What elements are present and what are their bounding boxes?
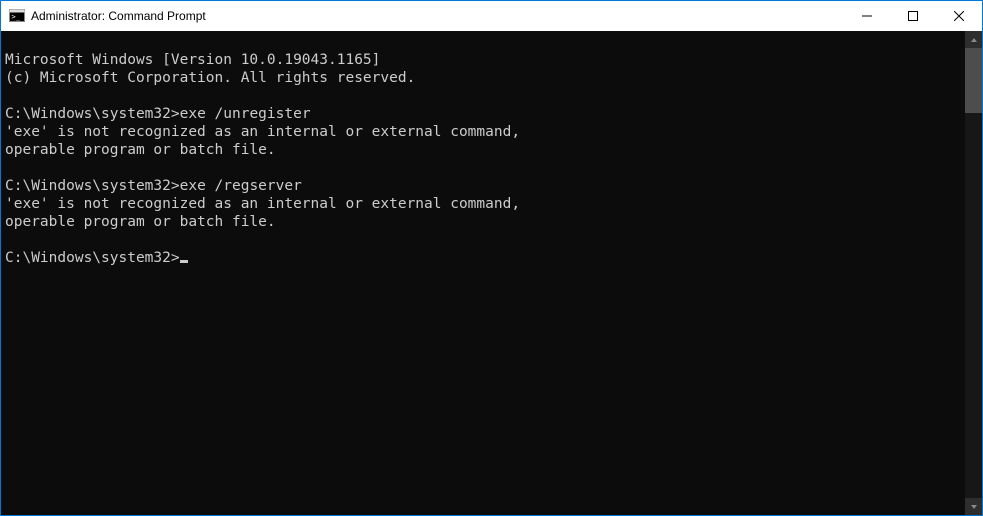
scrollbar-thumb[interactable]: [965, 48, 982, 113]
command-text: exe /unregister: [180, 106, 311, 122]
titlebar[interactable]: >_ Administrator: Command Prompt: [1, 1, 982, 31]
error-line: operable program or batch file.: [5, 214, 276, 230]
close-button[interactable]: [936, 1, 982, 31]
vertical-scrollbar[interactable]: [965, 31, 982, 515]
prompt-path: C:\Windows\system32>: [5, 250, 180, 266]
window-controls: [844, 1, 982, 31]
prompt-line: C:\Windows\system32>exe /regserver: [5, 178, 302, 194]
version-line: Microsoft Windows [Version 10.0.19043.11…: [5, 52, 380, 68]
error-line: 'exe' is not recognized as an internal o…: [5, 124, 520, 140]
command-text: exe /regserver: [180, 178, 302, 194]
prompt-path: C:\Windows\system32>: [5, 178, 180, 194]
scroll-down-button[interactable]: [965, 498, 982, 515]
window-title: Administrator: Command Prompt: [31, 9, 844, 23]
prompt-line: C:\Windows\system32>exe /unregister: [5, 106, 311, 122]
scrollbar-track[interactable]: [965, 48, 982, 498]
command-prompt-window: >_ Administrator: Command Prompt Microso…: [1, 1, 982, 515]
maximize-button[interactable]: [890, 1, 936, 31]
error-line: 'exe' is not recognized as an internal o…: [5, 196, 520, 212]
prompt-path: C:\Windows\system32>: [5, 106, 180, 122]
svg-text:>_: >_: [12, 13, 21, 21]
console-area: Microsoft Windows [Version 10.0.19043.11…: [1, 31, 982, 515]
console-output[interactable]: Microsoft Windows [Version 10.0.19043.11…: [1, 31, 965, 515]
minimize-button[interactable]: [844, 1, 890, 31]
prompt-line: C:\Windows\system32>: [5, 250, 188, 266]
error-line: operable program or batch file.: [5, 142, 276, 158]
scroll-up-button[interactable]: [965, 31, 982, 48]
cursor: [180, 260, 188, 263]
cmd-icon: >_: [9, 8, 25, 24]
copyright-line: (c) Microsoft Corporation. All rights re…: [5, 70, 415, 86]
